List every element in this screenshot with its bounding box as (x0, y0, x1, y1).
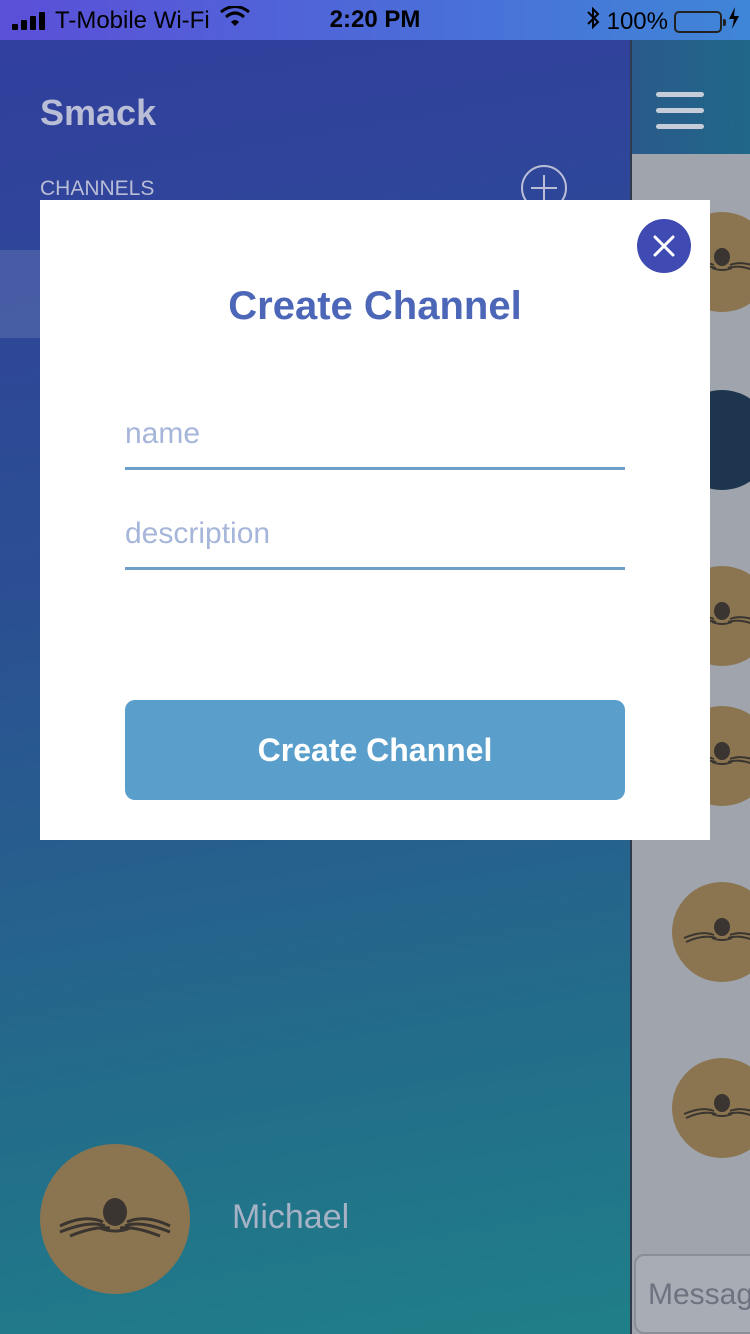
status-bar: T-Mobile Wi-Fi 2:20 PM 100% (0, 0, 750, 40)
app-title: Smack (40, 92, 157, 133)
bluetooth-icon (585, 6, 601, 37)
create-channel-modal: Create Channel Create Channel (40, 200, 710, 840)
channel-description-input[interactable] (125, 500, 625, 570)
chat-header (632, 40, 750, 154)
create-channel-button[interactable]: Create Channel (125, 700, 625, 800)
octopus-icon (59, 1198, 171, 1238)
close-icon (653, 235, 675, 257)
octopus-icon (683, 918, 750, 943)
message-input[interactable]: Message (634, 1254, 750, 1334)
status-right: 100% (585, 6, 740, 37)
hamburger-menu-icon[interactable] (656, 92, 704, 132)
battery-icon (674, 10, 726, 33)
channels-label: CHANNELS (40, 177, 155, 200)
octopus-icon (683, 1094, 750, 1119)
channel-name-input[interactable] (125, 400, 625, 470)
modal-title: Create Channel (228, 284, 522, 328)
user-avatar[interactable] (40, 1144, 190, 1294)
battery-percent: 100% (606, 7, 668, 35)
user-name[interactable]: Michael (232, 1198, 349, 1237)
close-button[interactable] (637, 219, 691, 273)
message-avatar (672, 882, 750, 982)
charging-icon (728, 7, 740, 36)
message-avatar (672, 1058, 750, 1158)
